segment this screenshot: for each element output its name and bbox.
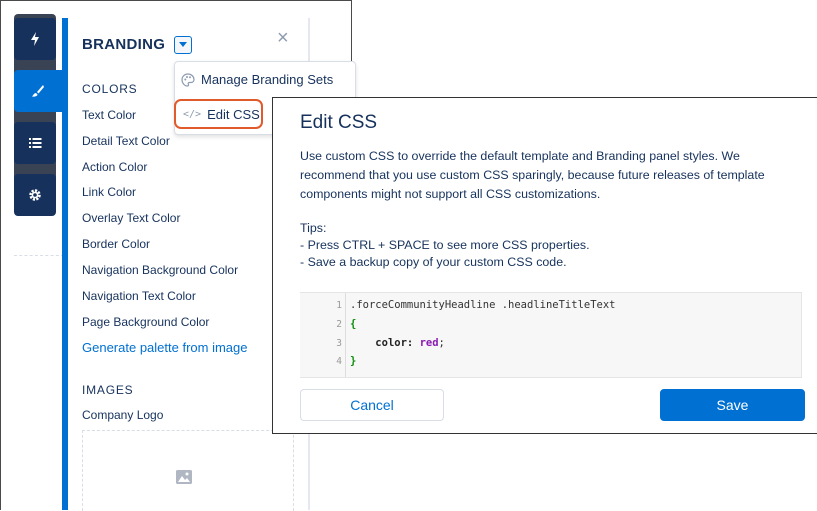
close-brace: } <box>350 355 357 367</box>
modal-description: Use custom CSS to override the default t… <box>300 149 765 201</box>
edit-css-highlight <box>174 99 263 129</box>
images-heading: IMAGES <box>82 383 134 397</box>
rail-divider <box>14 255 64 256</box>
color-prop-nav-text[interactable]: Navigation Text Color <box>82 289 196 303</box>
css-property: color <box>375 337 407 349</box>
tips-section: Tips: - Press CTRL + SPACE to see more C… <box>300 220 590 271</box>
tip-item: - Press CTRL + SPACE to see more CSS pro… <box>300 238 590 252</box>
color-prop-detail-text[interactable]: Detail Text Color <box>82 134 170 148</box>
css-value: red <box>419 337 439 349</box>
color-prop-border[interactable]: Border Color <box>82 237 150 251</box>
line-number: 3 <box>336 338 342 349</box>
generate-palette-link[interactable]: Generate palette from image <box>82 340 247 355</box>
modal-title: Edit CSS <box>300 112 378 133</box>
tips-heading: Tips: <box>300 221 327 235</box>
color-prop-link[interactable]: Link Color <box>82 185 136 199</box>
code-line-2: { <box>350 318 356 330</box>
palette-icon <box>181 72 195 87</box>
color-prop-action[interactable]: Action Color <box>82 160 147 174</box>
rail-settings-button[interactable] <box>14 174 56 216</box>
color-prop-page-background[interactable]: Page Background Color <box>82 315 209 329</box>
code-line-3: color: red; <box>375 337 445 349</box>
line-number: 4 <box>336 356 342 367</box>
colors-heading: COLORS <box>82 82 138 96</box>
line-number: 1 <box>336 300 342 311</box>
branding-menu-button[interactable] <box>174 36 192 54</box>
open-brace: { <box>350 318 357 330</box>
chevron-down-icon <box>179 42 187 47</box>
tip-item: - Save a backup copy of your custom CSS … <box>300 255 567 269</box>
frame-border-top <box>0 0 352 1</box>
lightning-icon <box>31 32 39 46</box>
css-selector: .forceCommunityHeadline .headlineTitleTe… <box>350 299 616 311</box>
close-icon[interactable]: × <box>277 28 289 48</box>
code-line-4: } <box>350 355 356 367</box>
color-prop-overlay-text[interactable]: Overlay Text Color <box>82 211 180 225</box>
rail-branding-button[interactable] <box>14 70 62 112</box>
gear-icon <box>29 189 41 201</box>
menu-item-manage-branding-sets[interactable]: Manage Branding Sets <box>181 72 333 87</box>
code-line-1: .forceCommunityHeadline .headlineTitleTe… <box>350 299 616 311</box>
menu-item-label: Manage Branding Sets <box>201 72 334 87</box>
line-number: 2 <box>336 319 342 330</box>
frame-border-left <box>0 0 1 510</box>
image-icon <box>176 470 192 484</box>
save-button[interactable]: Save <box>660 389 805 421</box>
paintbrush-icon <box>32 85 44 97</box>
company-logo-label: Company Logo <box>82 408 164 422</box>
rail-list-button[interactable] <box>14 122 56 164</box>
rail-lightning-button[interactable] <box>14 18 56 60</box>
color-prop-nav-background[interactable]: Navigation Background Color <box>82 263 238 277</box>
cancel-button[interactable]: Cancel <box>300 389 444 421</box>
list-icon <box>29 138 42 148</box>
panel-title: BRANDING <box>82 36 166 53</box>
color-prop-text[interactable]: Text Color <box>82 108 136 122</box>
